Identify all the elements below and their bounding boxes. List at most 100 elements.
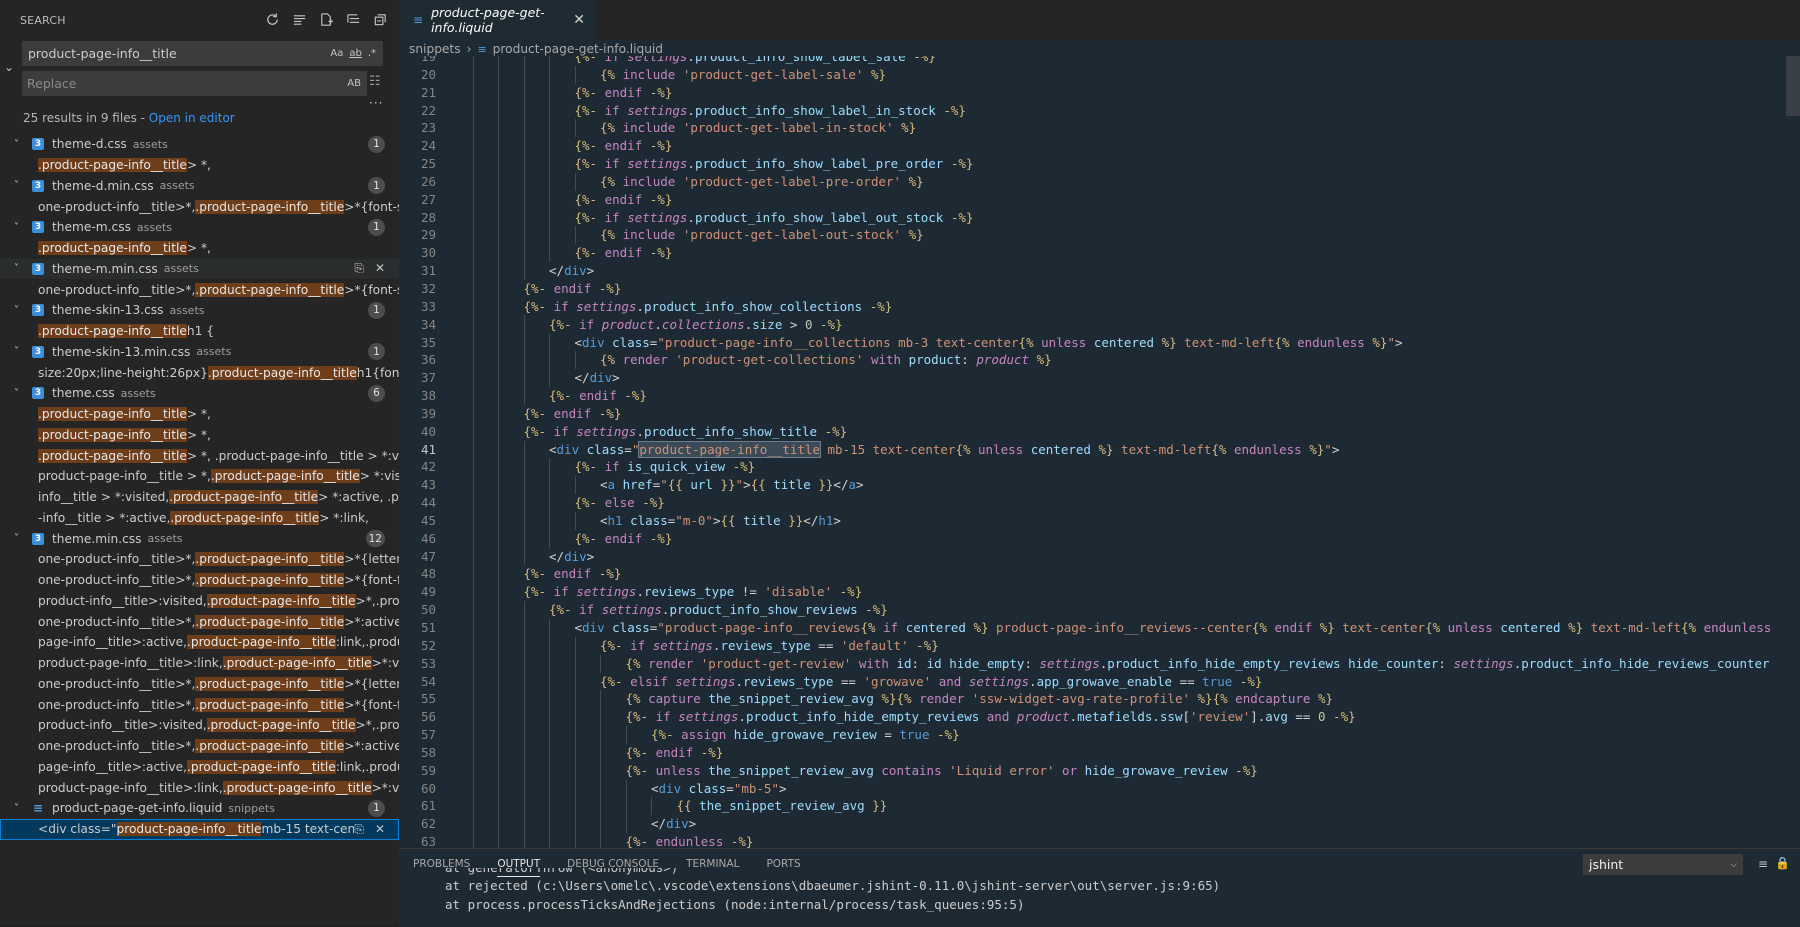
toggle-replace-chevron-icon[interactable]: ⌄ (4, 60, 14, 74)
result-match-row[interactable]: .product-page-info__title > *, .product-… (0, 445, 399, 466)
minimap[interactable] (1778, 56, 1800, 848)
code-line[interactable]: 23{% include 'product-get-label-in-stock… (399, 119, 1800, 137)
code-line[interactable]: 32{%- endif -%} (399, 280, 1800, 298)
code-line[interactable]: 41<div class="product-page-info__title m… (399, 441, 1800, 459)
code-line[interactable]: 46{%- endif -%} (399, 530, 1800, 548)
dismiss-icon[interactable]: ✕ (375, 261, 385, 276)
match-case-icon[interactable]: Aa (330, 48, 343, 59)
result-match-row[interactable]: size:20px;line-height:26px}.product-page… (0, 362, 399, 383)
code-line[interactable]: 62</div> (399, 815, 1800, 833)
result-file-row[interactable]: ˅3theme-d.min.cssassets1 (0, 176, 399, 197)
code-line[interactable]: 29{% include 'product-get-label-out-stoc… (399, 226, 1800, 244)
code-line[interactable]: 57{%- assign hide_growave_review = true … (399, 726, 1800, 744)
code-line[interactable]: 34{%- if product.collections.size > 0 -%… (399, 316, 1800, 334)
code-line[interactable]: 31</div> (399, 262, 1800, 280)
replace-icon[interactable]: ⎘ (354, 822, 364, 837)
new-search-editor-icon[interactable] (317, 10, 335, 28)
result-match-row[interactable]: product-page-info__title>:link,.product-… (0, 777, 399, 798)
chevron-down-icon[interactable]: ˅ (14, 533, 26, 544)
code-line[interactable]: 43<a href="{{ url }}">{{ title }}</a> (399, 476, 1800, 494)
code-line[interactable]: 26{% include 'product-get-label-pre-orde… (399, 173, 1800, 191)
code-line[interactable]: 22{%- if settings.product_info_show_labe… (399, 102, 1800, 120)
code-line[interactable]: 28{%- if settings.product_info_show_labe… (399, 209, 1800, 227)
result-match-row[interactable]: product-info__title>:visited,.product-pa… (0, 715, 399, 736)
chevron-down-icon[interactable]: ˅ (14, 139, 26, 150)
code-line[interactable]: 38{%- endif -%} (399, 387, 1800, 405)
use-regex-icon[interactable]: .* (368, 48, 376, 59)
result-match-row[interactable]: page-info__title>:active,.product-page-i… (0, 632, 399, 653)
clear-results-icon[interactable] (290, 10, 308, 28)
code-line[interactable]: 56{%- if settings.product_info_hide_empt… (399, 708, 1800, 726)
result-match-row[interactable]: .product-page-info__title > *, (0, 404, 399, 425)
search-input[interactable] (23, 45, 330, 62)
code-line[interactable]: 58{%- endif -%} (399, 744, 1800, 762)
result-match-row[interactable]: one-product-info__title>*,.product-page-… (0, 279, 399, 300)
code-line[interactable]: 30{%- endif -%} (399, 244, 1800, 262)
output-channel-select[interactable]: jshint ⌵ (1583, 854, 1743, 875)
chevron-down-icon[interactable]: ˅ (14, 180, 26, 191)
code-line[interactable]: 45<h1 class="m-0">{{ title }}</h1> (399, 512, 1800, 530)
code-line[interactable]: 61{{ the_snippet_review_avg }} (399, 797, 1800, 815)
result-match-row[interactable]: one-product-info__title>*,.product-page-… (0, 196, 399, 217)
breadcrumb-file[interactable]: product-page-get-info.liquid (493, 42, 663, 56)
code-line[interactable]: 20{% include 'product-get-label-sale' %} (399, 66, 1800, 84)
open-in-editor-link[interactable]: Open in editor (149, 111, 235, 125)
replace-all-in-file-icon[interactable]: ⎘ (354, 261, 364, 276)
result-file-row[interactable]: ˅3theme-skin-13.min.cssassets1 (0, 342, 399, 363)
more-options-icon[interactable]: ··· (369, 96, 383, 110)
result-match-row[interactable]: .product-page-info__title h1 { (0, 321, 399, 342)
replace-input[interactable] (22, 75, 347, 92)
code-line[interactable]: 33{%- if settings.product_info_show_coll… (399, 298, 1800, 316)
breadcrumb-folder[interactable]: snippets (409, 42, 461, 56)
preserve-case-icon[interactable]: AB (347, 78, 361, 89)
result-file-row[interactable]: ˅3theme.cssassets6 (0, 383, 399, 404)
result-match-row[interactable]: one-product-info__title>*,.product-page-… (0, 570, 399, 591)
code-line[interactable]: 40{%- if settings.product_info_show_titl… (399, 423, 1800, 441)
result-match-row[interactable]: one-product-info__title>*,.product-page-… (0, 736, 399, 757)
code-line[interactable]: 35<div class="product-page-info__collect… (399, 334, 1800, 352)
result-match-row[interactable]: one-product-info__title>*,.product-page-… (0, 694, 399, 715)
chevron-down-icon[interactable]: ˅ (14, 263, 26, 274)
code-line[interactable]: 52{%- if settings.reviews_type == 'defau… (399, 637, 1800, 655)
result-file-row[interactable]: ˅3theme-skin-13.cssassets1 (0, 300, 399, 321)
result-match-row[interactable]: one-product-info__title>*,.product-page-… (0, 674, 399, 695)
lock-scroll-icon[interactable]: 🔒 (1775, 856, 1790, 870)
refresh-icon[interactable] (263, 10, 281, 28)
result-match-row[interactable]: product-info__title>:visited,.product-pa… (0, 591, 399, 612)
code-line[interactable]: 21{%- endif -%} (399, 84, 1800, 102)
result-file-row[interactable]: ˅3theme-m.min.cssassets⎘✕ (0, 259, 399, 280)
code-line[interactable]: 27{%- endif -%} (399, 191, 1800, 209)
code-line[interactable]: 63{%- endunless -%} (399, 833, 1800, 848)
result-match-row[interactable]: one-product-info__title>*,.product-page-… (0, 549, 399, 570)
match-whole-word-icon[interactable]: ab (349, 48, 361, 59)
result-file-row[interactable]: ˅≡product-page-get-info.liquidsnippets1 (0, 798, 399, 819)
chevron-down-icon[interactable]: ˅ (14, 346, 26, 357)
code-line[interactable]: 59{%- unless the_snippet_review_avg cont… (399, 762, 1800, 780)
result-match-row[interactable]: product-page-info__title>:link,.product-… (0, 653, 399, 674)
result-match-row[interactable]: -info__title > *:active, .product-page-i… (0, 508, 399, 529)
result-match-row[interactable]: .product-page-info__title > *, (0, 238, 399, 259)
result-match-row[interactable]: <div class="product-page-info__title mb-… (0, 819, 399, 840)
code-line[interactable]: 37</div> (399, 369, 1800, 387)
code-line[interactable]: 39{%- endif -%} (399, 405, 1800, 423)
minimap-slider[interactable] (1786, 56, 1800, 116)
code-line[interactable]: 25{%- if settings.product_info_show_labe… (399, 155, 1800, 173)
code-editor[interactable]: 19{%- if settings.product_info_show_labe… (399, 56, 1800, 848)
tab-product-page-get-info[interactable]: ≡ product-page-get-info.liquid ✕ (399, 0, 597, 40)
code-line[interactable]: 24{%- endif -%} (399, 137, 1800, 155)
view-as-tree-icon[interactable] (344, 10, 362, 28)
code-line[interactable]: 54{%- elsif settings.reviews_type == 'gr… (399, 673, 1800, 691)
result-match-row[interactable]: one-product-info__title>*,.product-page-… (0, 611, 399, 632)
chevron-down-icon[interactable]: ˅ (14, 803, 26, 814)
dismiss-icon[interactable]: ✕ (375, 822, 385, 837)
code-line[interactable]: 49{%- if settings.reviews_type != 'disab… (399, 583, 1800, 601)
code-line[interactable]: 48{%- endif -%} (399, 565, 1800, 583)
code-line[interactable]: 44{%- else -%} (399, 494, 1800, 512)
result-file-row[interactable]: ˅3theme.min.cssassets12 (0, 528, 399, 549)
clear-output-icon[interactable]: ≡ (1758, 857, 1768, 871)
replace-all-icon[interactable]: ☷ (369, 74, 381, 89)
code-line[interactable]: 60<div class="mb-5"> (399, 780, 1800, 798)
code-line[interactable]: 19{%- if settings.product_info_show_labe… (399, 56, 1800, 66)
result-match-row[interactable]: info__title > *:visited, .product-page-i… (0, 487, 399, 508)
code-line[interactable]: 53{% render 'product-get-review' with id… (399, 655, 1800, 673)
